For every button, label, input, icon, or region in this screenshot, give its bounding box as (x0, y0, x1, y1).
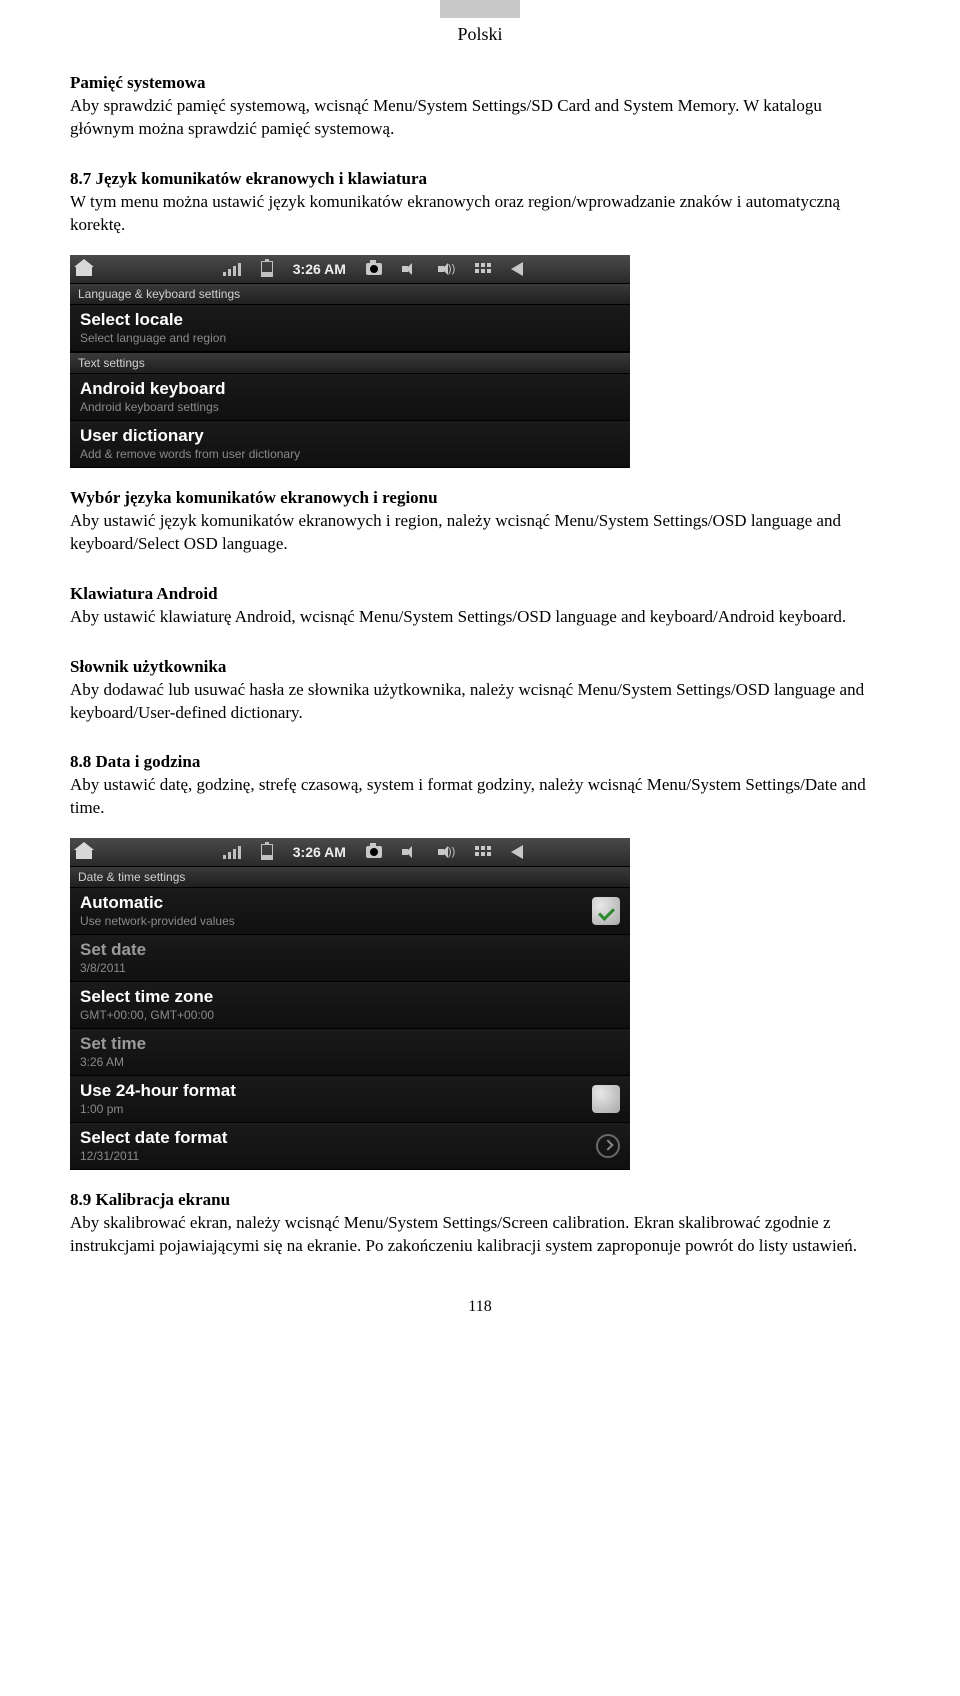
status-time: 3:26 AM (293, 844, 346, 860)
screen-header: Date & time settings (70, 866, 630, 888)
row-subtitle: Android keyboard settings (80, 400, 225, 414)
volume-up-icon[interactable] (438, 262, 454, 276)
row-select-locale[interactable]: Select locale Select language and region (70, 305, 630, 352)
row-android-keyboard[interactable]: Android keyboard Android keyboard settin… (70, 374, 630, 421)
signal-icon (223, 262, 241, 276)
chevron-right-icon (596, 1134, 620, 1158)
row-subtitle: Select language and region (80, 331, 226, 345)
section-body-system-memory: Aby sprawdzić pamięć systemową, wcisnąć … (70, 95, 890, 141)
page-header: Polski (70, 0, 890, 45)
section-body-locale-region: Aby ustawić język komunikatów ekranowych… (70, 510, 890, 556)
section-title-locale-region: Wybór języka komunikatów ekranowych i re… (70, 488, 890, 508)
row-title: Select date format (80, 1128, 227, 1148)
sub-header-text-settings: Text settings (70, 352, 630, 374)
row-title: Automatic (80, 893, 235, 913)
row-title: Select locale (80, 310, 226, 330)
row-subtitle: 12/31/2011 (80, 1149, 227, 1163)
checkbox-automatic[interactable] (592, 897, 620, 925)
battery-icon (261, 261, 273, 277)
camera-icon[interactable] (366, 846, 382, 858)
row-subtitle: GMT+00:00, GMT+00:00 (80, 1008, 214, 1022)
home-icon[interactable] (76, 262, 92, 276)
battery-icon (261, 844, 273, 860)
row-subtitle: Add & remove words from user dictionary (80, 447, 300, 461)
language-label: Polski (457, 24, 502, 45)
status-time: 3:26 AM (293, 261, 346, 277)
row-subtitle: 3/8/2011 (80, 961, 146, 975)
screenshot-language-settings: 3:26 AM )) Language & keyboard settings … (70, 255, 630, 468)
checkbox-24hour[interactable] (592, 1085, 620, 1113)
section-title-language-keyboard: 8.7 Język komunikatów ekranowych i klawi… (70, 169, 890, 189)
volume-up-icon[interactable] (438, 845, 454, 859)
row-set-time[interactable]: Set time 3:26 AM (70, 1029, 630, 1076)
section-body-android-keyboard: Aby ustawić klawiaturę Android, wcisnąć … (70, 606, 890, 629)
section-title-date-time: 8.8 Data i godzina (70, 752, 890, 772)
section-title-android-keyboard: Klawiatura Android (70, 584, 890, 604)
section-body-date-time: Aby ustawić datę, godzinę, strefę czasow… (70, 774, 890, 820)
section-body-user-dictionary: Aby dodawać lub usuwać hasła ze słownika… (70, 679, 890, 725)
row-title: Set time (80, 1034, 146, 1054)
home-icon[interactable] (76, 845, 92, 859)
section-title-screen-calibration: 8.9 Kalibracja ekranu (70, 1190, 890, 1210)
row-automatic[interactable]: Automatic Use network-provided values (70, 888, 630, 935)
volume-down-icon[interactable] (402, 845, 418, 859)
header-bar-decoration (440, 0, 520, 18)
camera-icon[interactable] (366, 263, 382, 275)
row-title: User dictionary (80, 426, 300, 446)
section-body-screen-calibration: Aby skalibrować ekran, należy wcisnąć Me… (70, 1212, 890, 1258)
row-select-date-format[interactable]: Select date format 12/31/2011 (70, 1123, 630, 1170)
section-title-system-memory: Pamięć systemowa (70, 73, 890, 93)
back-icon[interactable] (511, 262, 523, 276)
status-bar: 3:26 AM )) (70, 255, 630, 283)
section-title-user-dictionary: Słownik użytkownika (70, 657, 890, 677)
screen-header: Language & keyboard settings (70, 283, 630, 305)
menu-icon[interactable] (475, 263, 491, 275)
row-user-dictionary[interactable]: User dictionary Add & remove words from … (70, 421, 630, 468)
row-set-date[interactable]: Set date 3/8/2011 (70, 935, 630, 982)
row-subtitle: 3:26 AM (80, 1055, 146, 1069)
row-24-hour-format[interactable]: Use 24-hour format 1:00 pm (70, 1076, 630, 1123)
status-bar: 3:26 AM )) (70, 838, 630, 866)
row-title: Android keyboard (80, 379, 225, 399)
row-title: Set date (80, 940, 146, 960)
screenshot-date-time-settings: 3:26 AM )) Date & time settings Automati… (70, 838, 630, 1170)
row-select-timezone[interactable]: Select time zone GMT+00:00, GMT+00:00 (70, 982, 630, 1029)
back-icon[interactable] (511, 845, 523, 859)
section-body-language-keyboard: W tym menu można ustawić język komunikat… (70, 191, 890, 237)
page-number: 118 (70, 1298, 890, 1316)
signal-icon (223, 845, 241, 859)
menu-icon[interactable] (475, 846, 491, 858)
row-subtitle: Use network-provided values (80, 914, 235, 928)
row-title: Select time zone (80, 987, 214, 1007)
row-subtitle: 1:00 pm (80, 1102, 236, 1116)
volume-down-icon[interactable] (402, 262, 418, 276)
row-title: Use 24-hour format (80, 1081, 236, 1101)
